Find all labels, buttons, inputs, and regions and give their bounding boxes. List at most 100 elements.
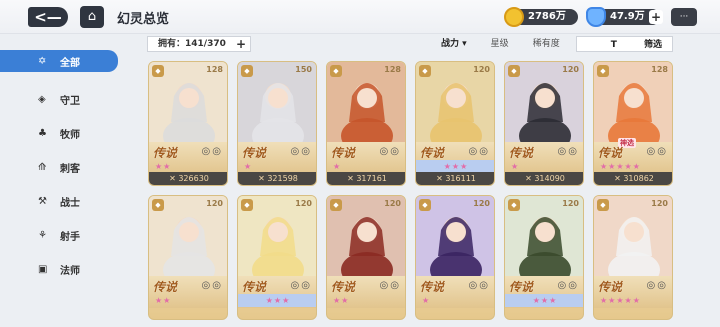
power-value: ✕ 321598 xyxy=(238,172,316,185)
hero-level: 128 xyxy=(206,65,223,74)
star-rating: ★ xyxy=(422,296,431,305)
rarity-label: 传说 xyxy=(598,280,623,294)
shield-icon: ◈ xyxy=(38,93,46,105)
sidebar: ✡ 全部 ◈ 守卫 ♣ 牧师 ⟰ 刺客 ⚒ 战士 ⚘ 射手 ▣ 法师 xyxy=(0,50,118,286)
hero-level: 120 xyxy=(651,199,668,208)
sidebar-item-archer[interactable]: ⚘ 射手 xyxy=(0,218,118,252)
sidebar-item-warrior[interactable]: ⚒ 战士 xyxy=(0,184,118,218)
sidebar-item-priest[interactable]: ♣ 牧师 xyxy=(0,116,118,150)
element-badges-icon: ◎◎ xyxy=(557,146,579,157)
hero-card[interactable]: ◆ 120 传说 ◎◎ ★ xyxy=(415,195,495,320)
star-rating: ★ xyxy=(244,162,253,171)
sidebar-item-label: 守卫 xyxy=(60,95,80,107)
element-badges-icon: ◎◎ xyxy=(557,280,579,291)
sidebar-item-label: 战士 xyxy=(60,197,80,209)
filter-button[interactable]: T 筛选 xyxy=(575,36,673,52)
element-badges-icon: ◎◎ xyxy=(468,280,490,291)
star-rating: ★★ xyxy=(333,296,350,305)
home-button[interactable]: ⌂ xyxy=(80,6,104,28)
hero-level: 120 xyxy=(384,199,401,208)
sidebar-item-label: 牧师 xyxy=(60,129,80,141)
rarity-label: 传说 xyxy=(331,280,356,294)
hero-card[interactable]: ◆ 120 传说 ◎◎ ★ ✕ 314090 xyxy=(504,61,584,186)
mage-icon: ▣ xyxy=(38,263,48,275)
hero-card[interactable]: ◆ 128 传说 ◎◎ ★★ ✕ 326630 xyxy=(148,61,228,186)
chat-button[interactable]: ··· xyxy=(671,8,697,26)
sidebar-item-label: 全部 xyxy=(60,57,80,69)
class-icon: ◆ xyxy=(152,199,164,211)
diamond-icon xyxy=(586,7,606,27)
star-rating: ★★★ xyxy=(505,294,583,307)
gold-coin-icon xyxy=(504,7,524,27)
star-rating: ★★ xyxy=(155,296,172,305)
sidebar-item-guardian[interactable]: ◈ 守卫 xyxy=(0,82,118,116)
back-arrow-icon: <— xyxy=(34,8,62,26)
class-icon: ◆ xyxy=(330,199,342,211)
sidebar-item-assassin[interactable]: ⟰ 刺客 xyxy=(0,150,118,184)
sort-star-button[interactable]: 星级 xyxy=(491,36,509,52)
hero-level: 128 xyxy=(384,65,401,74)
star-rating: ★★★★★ xyxy=(600,296,641,305)
class-icon: ◆ xyxy=(330,65,342,77)
hero-card[interactable]: ◆ 120 传说 ◎◎ ★★★★★ xyxy=(593,195,673,320)
expand-button[interactable]: + xyxy=(236,37,246,51)
class-icon: ◆ xyxy=(597,65,609,77)
star-rating: ★ xyxy=(511,162,520,171)
hero-card[interactable]: ◆ 128 神选 传说 ◎◎ ★★★★★ ✕ 310862 xyxy=(593,61,673,186)
hero-card[interactable]: ◆ 128 传说 ◎◎ ★ ✕ 317161 xyxy=(326,61,406,186)
power-value: ✕ 326630 xyxy=(149,172,227,185)
owned-count-label: 拥有：141/370 xyxy=(158,39,226,49)
element-badges-icon: ◎◎ xyxy=(379,280,401,291)
element-badges-icon: ◎◎ xyxy=(290,146,312,157)
hero-level: 120 xyxy=(295,199,312,208)
sidebar-item-mage[interactable]: ▣ 法师 xyxy=(0,252,118,286)
star-rating: ★★★ xyxy=(238,294,316,307)
rarity-label: 传说 xyxy=(242,146,267,160)
hero-card[interactable]: ◆ 120 传说 ◎◎ ★★★ xyxy=(504,195,584,320)
back-button[interactable]: <— xyxy=(28,7,68,27)
sidebar-item-label: 射手 xyxy=(60,231,80,243)
hero-card[interactable]: ◆ 120 传说 ◎◎ ★★★ xyxy=(237,195,317,320)
hero-card[interactable]: ◆ 120 传说 ◎◎ ★★★ ✕ 316111 xyxy=(415,61,495,186)
archer-icon: ⚘ xyxy=(38,229,47,241)
rarity-label: 传说 xyxy=(420,146,445,160)
sidebar-item-label: 法师 xyxy=(60,265,80,277)
sidebar-item-label: 刺客 xyxy=(60,163,80,175)
class-icon: ◆ xyxy=(241,65,253,77)
class-icon: ◆ xyxy=(419,199,431,211)
sidebar-item-all[interactable]: ✡ 全部 xyxy=(0,50,118,72)
star-rating: ★★ xyxy=(155,162,172,171)
chat-icon: ··· xyxy=(679,12,689,22)
top-bar: <— ⌂ 幻灵总览 2786万 47.9万 + ··· xyxy=(0,0,720,34)
class-icon: ◆ xyxy=(508,65,520,77)
add-diamond-button[interactable]: + xyxy=(649,10,663,24)
filter-bar: 拥有：141/370 + 战力 ▾ 星级 稀有度 T 筛选 xyxy=(147,36,673,52)
element-badges-icon: ◎◎ xyxy=(379,146,401,157)
hero-card[interactable]: ◆ 120 传说 ◎◎ ★★ xyxy=(326,195,406,320)
rarity-label: 传说 xyxy=(509,280,534,294)
sort-options: 战力 ▾ 星级 稀有度 T 筛选 xyxy=(417,36,673,52)
diamond-resource: 47.9万 + xyxy=(586,7,663,27)
hero-level: 120 xyxy=(206,199,223,208)
sort-rarity-button[interactable]: 稀有度 xyxy=(533,36,560,52)
hero-card[interactable]: ◆ 150 传说 ◎◎ ★ ✕ 321598 xyxy=(237,61,317,186)
star-rating: ★★★★★ xyxy=(600,162,641,171)
hero-card[interactable]: ◆ 120 传说 ◎◎ ★★ xyxy=(148,195,228,320)
rarity-label: 传说 xyxy=(153,280,178,294)
class-icon: ◆ xyxy=(597,199,609,211)
rarity-label: 传说 xyxy=(331,146,356,160)
power-value: ✕ 310862 xyxy=(594,172,672,185)
element-badges-icon: ◎◎ xyxy=(290,280,312,291)
sort-power-button[interactable]: 战力 ▾ xyxy=(441,36,467,52)
gold-amount: 2786万 xyxy=(528,11,566,22)
star-icon: ✡ xyxy=(38,55,47,67)
element-badges-icon: ◎◎ xyxy=(201,146,223,157)
class-icon: ◆ xyxy=(152,65,164,77)
rarity-label: 传说 xyxy=(598,146,623,160)
assassin-icon: ⟰ xyxy=(38,161,47,173)
power-value: ✕ 317161 xyxy=(327,172,405,185)
element-badges-icon: ◎◎ xyxy=(468,146,490,157)
filter-icon: T xyxy=(610,40,617,50)
element-badges-icon: ◎◎ xyxy=(646,146,668,157)
element-badges-icon: ◎◎ xyxy=(646,280,668,291)
